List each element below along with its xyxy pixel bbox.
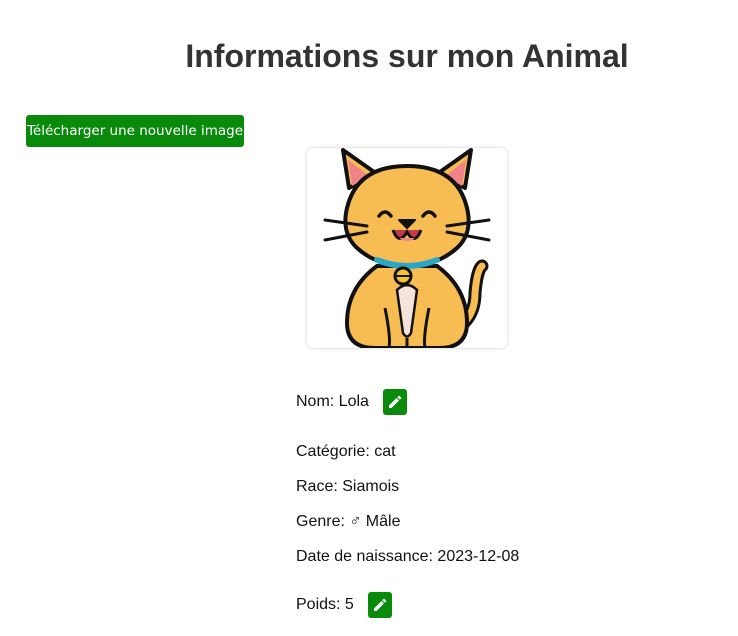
edit-name-button[interactable] (383, 389, 407, 415)
upload-image-button[interactable]: Télécharger une nouvelle image (26, 115, 244, 147)
pencil-icon (389, 395, 402, 408)
pet-category: Catégorie: cat (296, 443, 396, 460)
pet-weight: Poids: 5 (296, 596, 354, 613)
edit-weight-button[interactable] (368, 592, 392, 618)
pet-name: Nom: Lola (296, 393, 369, 410)
page-title: Informations sur mon Animal (185, 38, 629, 74)
pencil-icon (374, 598, 387, 611)
pet-breed: Race: Siamois (296, 478, 400, 495)
cat-illustration (323, 148, 491, 348)
pet-photo (307, 148, 507, 348)
pet-gender: Genre: ♂ Mâle (296, 513, 401, 530)
pet-birthdate: Date de naissance: 2023-12-08 (296, 548, 520, 565)
